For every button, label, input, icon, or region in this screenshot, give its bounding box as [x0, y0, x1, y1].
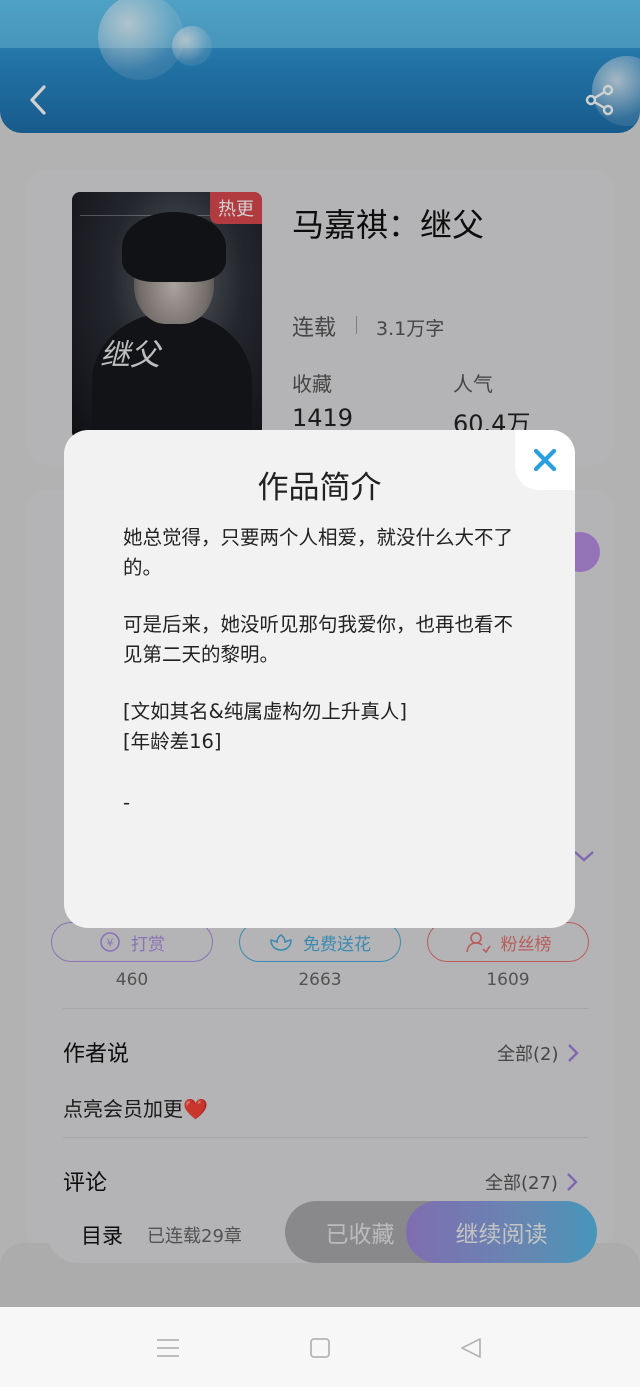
synopsis-paragraph: 可是后来，她没听见那句我爱你，也再也看不见第二天的黎明。 — [123, 613, 514, 666]
synopsis-note: [文如其名&纯属虚构勿上升真人] — [123, 700, 407, 723]
synopsis-paragraph: 她总觉得，只要两个人相爱，就没什么大不了的。 — [123, 526, 514, 579]
synopsis-text: 她总觉得，只要两个人相爱，就没什么大不了的。 可是后来，她没听见那句我爱你，也再… — [123, 523, 513, 845]
menu-nav-button[interactable] — [155, 1335, 181, 1361]
menu-icon — [157, 1339, 179, 1357]
back-nav-button[interactable] — [458, 1335, 484, 1361]
home-nav-button[interactable] — [307, 1335, 333, 1361]
modal-title: 作品简介 — [257, 470, 382, 506]
square-icon — [310, 1338, 330, 1358]
triangle-back-icon — [461, 1338, 481, 1358]
synopsis-dash: - — [123, 791, 131, 814]
synopsis-note: [年龄差16] — [123, 730, 222, 753]
